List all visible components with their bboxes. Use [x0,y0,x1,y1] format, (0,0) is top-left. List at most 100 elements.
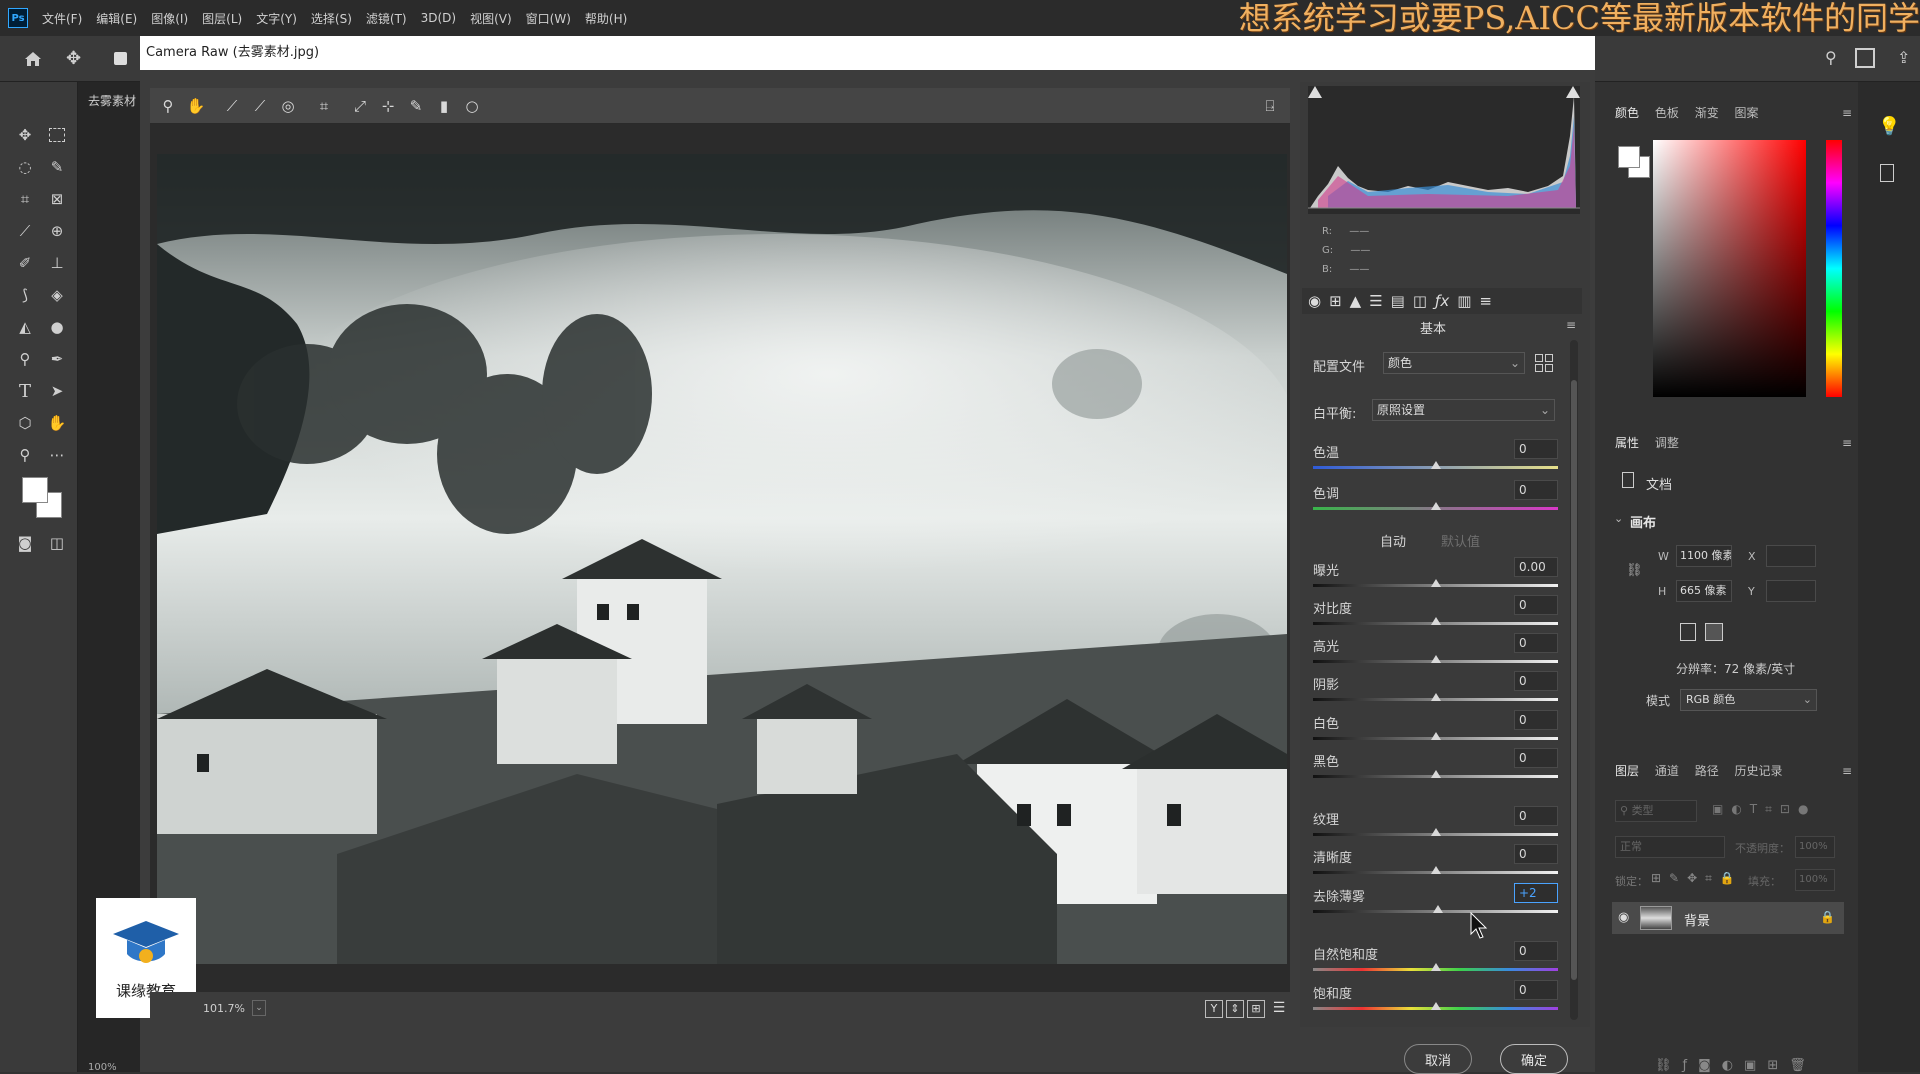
basic-tab-icon[interactable]: ◉ [1308,292,1321,310]
tab-color[interactable]: 颜色 [1615,106,1639,120]
libraries-icon[interactable] [1880,164,1894,182]
zoom-level[interactable]: 101.7% [203,1002,245,1015]
default-button[interactable]: 默认值 [1441,531,1480,550]
tab-history[interactable]: 历史记录 [1735,764,1783,778]
hand-tool-icon[interactable]: ✋ [44,410,70,436]
spot-removal-tool-icon[interactable]: ⊹ [376,94,400,118]
dodge-tool-icon[interactable]: ⚲ [12,346,38,372]
more-tools-icon[interactable]: ⋯ [44,442,70,468]
menu-view[interactable]: 视图(V) [470,10,512,27]
link-dimensions-icon[interactable]: ⛓ [1626,563,1643,578]
slider-thumb[interactable] [1430,963,1441,971]
frame-tool-icon[interactable]: ⊠ [44,186,70,212]
detail-tab-icon[interactable]: ▲ [1350,292,1362,310]
document-tab[interactable]: 去雾素材 [88,92,136,109]
paint-bucket-tool-icon[interactable]: ◭ [12,314,38,340]
slider-thumb[interactable] [1430,655,1441,663]
slider-thumb[interactable] [1430,732,1441,740]
brush-tool-icon[interactable]: ✐ [12,250,38,276]
effects-tab-icon[interactable]: ƒx [1435,292,1449,310]
white-balance-select[interactable]: 原照设置 ⌄ [1372,399,1555,421]
tab-properties[interactable]: 属性 [1615,436,1639,450]
tab-adjustments[interactable]: 调整 [1655,436,1679,450]
tab-patterns[interactable]: 图案 [1735,106,1759,120]
chevron-down-icon[interactable]: ⌄ [1614,512,1623,525]
opacity-field[interactable]: 100% [1795,836,1835,858]
home-icon[interactable] [22,48,44,70]
split-toning-tab-icon[interactable]: ▤ [1391,292,1405,310]
slider-value-field[interactable]: 0 [1514,806,1558,826]
move-tool-icon[interactable]: ✥ [12,122,38,148]
tab-gradients[interactable]: 渐变 [1695,106,1719,120]
slider-value-field[interactable]: 0 [1514,941,1558,961]
graduated-filter-icon[interactable]: ▮ [432,94,456,118]
preview-preferences-icon[interactable]: ☰ [1270,1000,1288,1018]
menu-select[interactable]: 选择(S) [311,10,352,27]
tone-curve-tab-icon[interactable]: ⊞ [1329,292,1342,310]
slider-thumb[interactable] [1430,617,1441,625]
menu-3d[interactable]: 3D(D) [421,11,456,25]
foreground-color-swatch[interactable] [22,477,48,503]
search-icon[interactable]: ⚲ [1825,48,1845,68]
presets-tab-icon[interactable]: ≡ [1479,292,1492,310]
zoom-tool-icon[interactable]: ⚲ [12,442,38,468]
menu-file[interactable]: 文件(F) [42,10,82,27]
slider-value-field[interactable]: 0 [1514,844,1558,864]
slider-value-field[interactable]: 0 [1514,633,1558,653]
slider-thumb[interactable] [1430,693,1441,701]
learn-icon[interactable]: 💡 [1878,116,1900,137]
zoom-tool-icon[interactable]: ⚲ [156,94,180,118]
lens-tab-icon[interactable]: ◫ [1413,292,1427,310]
menu-image[interactable]: 图像(I) [151,10,188,27]
clipping-warning-highlight-icon[interactable] [1566,86,1580,98]
eraser-tool-icon[interactable]: ◈ [44,282,70,308]
lasso-tool-icon[interactable]: ◌ [12,154,38,180]
slider-thumb[interactable] [1430,828,1441,836]
hue-slider[interactable] [1826,140,1842,397]
panel-scrollbar[interactable] [1570,340,1578,1020]
ok-button[interactable]: 确定 [1500,1044,1568,1074]
slider-thumb[interactable] [1430,461,1441,469]
eye-icon[interactable]: ◉ [1618,910,1629,925]
slider-thumb[interactable] [1430,1002,1441,1010]
fill-field[interactable]: 100% [1795,869,1835,891]
share-icon[interactable]: ⇪ [1897,48,1917,68]
panel-menu-icon[interactable]: ≡ [1842,106,1852,120]
crop-tool-icon[interactable]: ⌗ [312,94,336,118]
path-select-tool-icon[interactable]: ➤ [44,378,70,404]
screen-mode-icon[interactable]: ◫ [44,530,70,556]
tab-swatches[interactable]: 色板 [1655,106,1679,120]
lock-icon[interactable]: 🔒 [1820,910,1835,924]
before-after-toggle-icon[interactable]: Y [1205,1000,1223,1018]
white-balance-tool-icon[interactable]: ⟋ [220,94,244,118]
quick-mask-icon[interactable]: ◙ [12,530,38,556]
slider-thumb[interactable] [1432,905,1443,913]
tab-paths[interactable]: 路径 [1695,764,1719,778]
slider-thumb[interactable] [1430,866,1441,874]
history-brush-tool-icon[interactable]: ⟆ [12,282,38,308]
type-tool-icon[interactable]: T [12,378,38,404]
quick-select-tool-icon[interactable]: ✎ [44,154,70,180]
pen-tool-icon[interactable]: ✒ [44,346,70,372]
slider-value-field[interactable]: 0 [1514,595,1558,615]
workspace-icon[interactable] [1855,48,1875,68]
color-sampler-tool-icon[interactable]: ⟋ [248,94,272,118]
color-field[interactable] [1653,140,1806,397]
profile-browser-icon[interactable] [1535,354,1553,372]
menu-layer[interactable]: 图层(L) [202,10,242,27]
zoom-dropdown-icon[interactable]: ⌄ [252,1000,266,1016]
tab-channels[interactable]: 通道 [1655,764,1679,778]
height-field[interactable]: 665 像素 [1676,580,1732,602]
menu-window[interactable]: 窗口(W) [526,10,571,27]
adjustment-brush-icon[interactable]: ✎ [404,94,428,118]
slider-value-field[interactable]: 0.00 [1514,557,1558,577]
targeted-adjust-tool-icon[interactable]: ◎ [276,94,300,118]
slider-value-field[interactable]: 0 [1514,980,1558,1000]
portrait-orientation-icon[interactable] [1680,623,1696,641]
slider-thumb[interactable] [1430,502,1441,510]
slider-value-field[interactable]: 0 [1514,671,1558,691]
hsl-tab-icon[interactable]: ☰ [1369,292,1382,310]
slider-value-field[interactable]: 0 [1514,439,1558,459]
crop-tool-icon[interactable]: ⌗ [12,186,38,212]
panel-menu-icon[interactable]: ≡ [1842,764,1852,778]
